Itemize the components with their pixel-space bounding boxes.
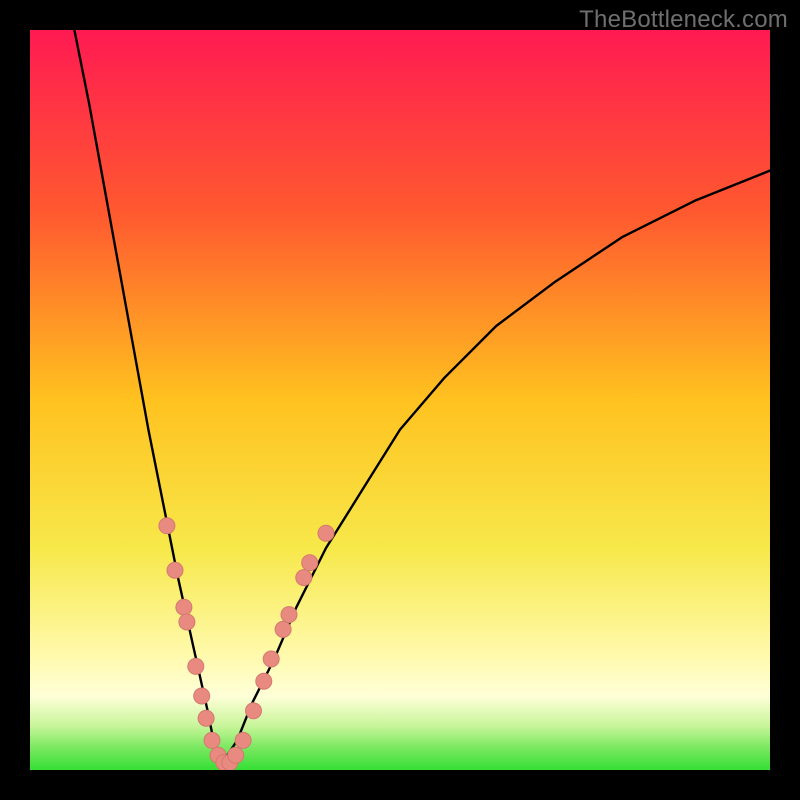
chart-frame: TheBottleneck.com <box>0 0 800 800</box>
sample-dot <box>198 710 214 726</box>
sample-dot <box>281 607 297 623</box>
sample-dot <box>188 658 204 674</box>
sample-dot <box>263 651 279 667</box>
sample-dot <box>176 599 192 615</box>
sample-dot <box>302 555 318 571</box>
sample-dot <box>246 703 262 719</box>
sample-dot <box>275 621 291 637</box>
plot-area <box>30 30 770 770</box>
bottleneck-curve <box>222 171 770 763</box>
sample-dot <box>204 732 220 748</box>
sample-dot <box>235 732 251 748</box>
sample-dot <box>318 525 334 541</box>
sample-dot <box>159 518 175 534</box>
curve-layer <box>30 30 770 770</box>
sample-dot <box>296 570 312 586</box>
sample-dot <box>228 747 244 763</box>
bottleneck-curve <box>74 30 222 763</box>
sample-dot <box>194 688 210 704</box>
watermark-text: TheBottleneck.com <box>579 6 788 34</box>
sample-dot <box>167 562 183 578</box>
sample-dot <box>179 614 195 630</box>
sample-dot <box>256 673 272 689</box>
